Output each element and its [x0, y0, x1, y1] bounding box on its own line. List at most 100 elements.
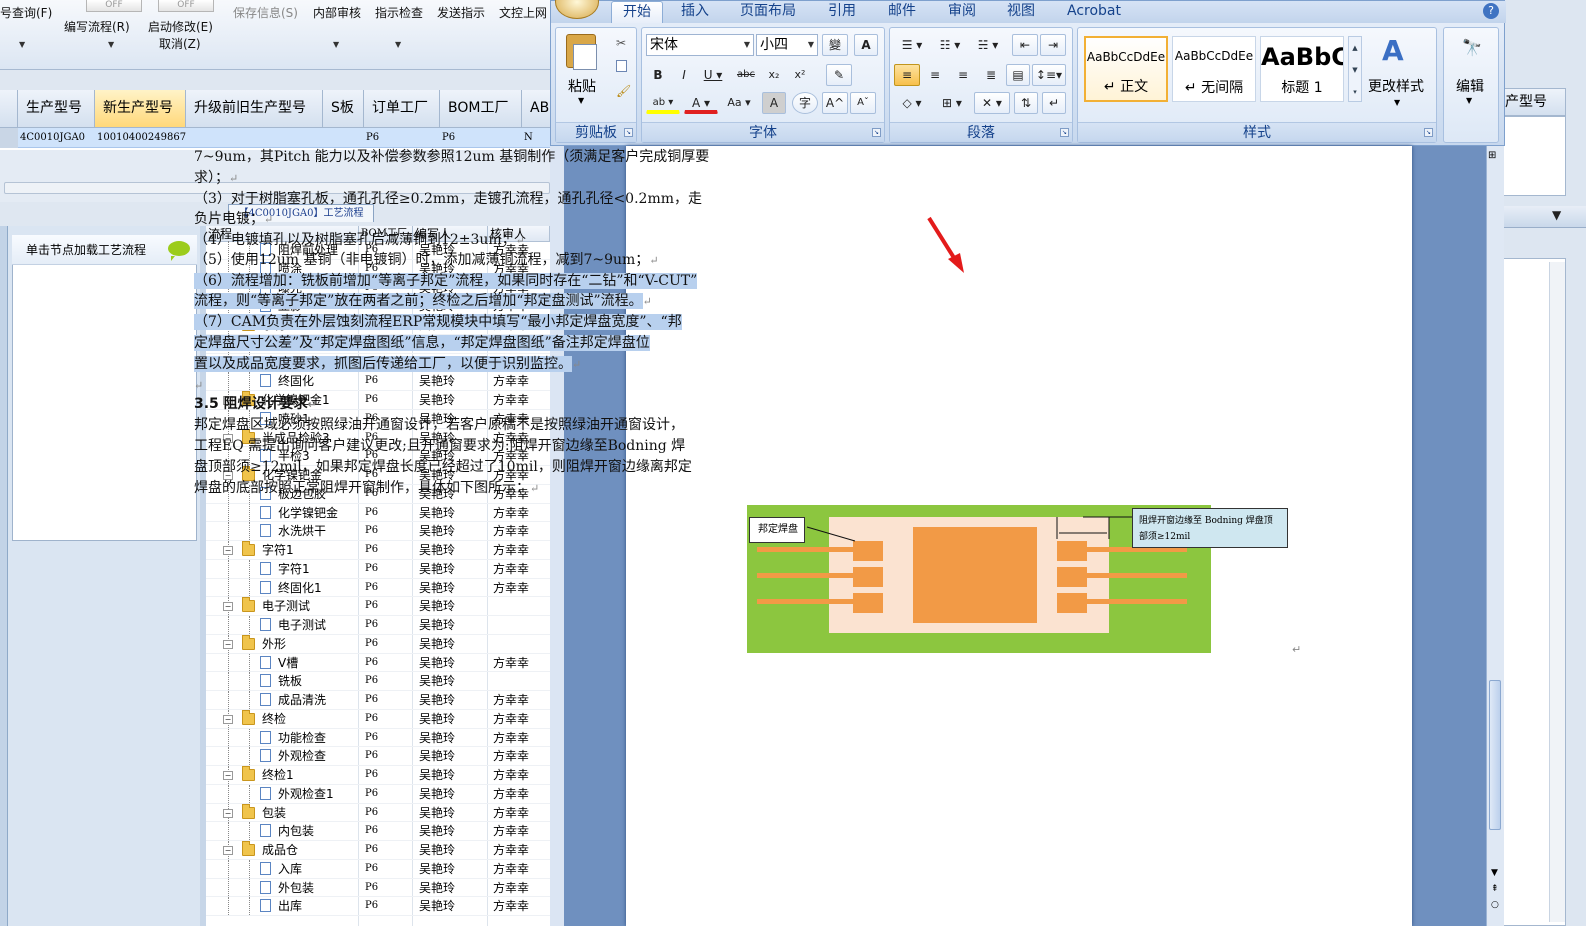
align-right-icon[interactable]: ≡ — [950, 64, 976, 86]
char-border-icon[interactable]: A — [854, 34, 878, 56]
tab-mailings[interactable]: 邮件 — [888, 1, 916, 23]
vertical-scrollbar[interactable] — [1549, 262, 1565, 922]
write-process-button[interactable]: 编写流程(R) — [64, 18, 130, 35]
grid-header-old-product-model[interactable]: 升级前旧生产型号 — [186, 90, 323, 128]
dialog-launcher-icon[interactable]: ↘ — [624, 128, 633, 137]
tab-view[interactable]: 视图 — [1007, 1, 1035, 23]
font-size-combo[interactable]: 小四 ▼ — [756, 34, 818, 56]
tab-home[interactable]: 开始 — [611, 1, 663, 23]
change-styles-icon[interactable]: A — [1382, 34, 1404, 67]
paste-button[interactable]: 粘贴 — [568, 76, 596, 96]
tab-review[interactable]: 审阅 — [948, 1, 976, 23]
collapse-node-icon[interactable]: − — [223, 714, 233, 724]
row-selector[interactable] — [0, 128, 18, 148]
grid-header-bom-factory[interactable]: BOM工厂 — [440, 90, 522, 128]
editing-button[interactable]: 编辑 — [1456, 76, 1484, 96]
show-marks-icon[interactable]: ↵ — [1042, 92, 1066, 114]
ruler-toggle-icon[interactable]: ⊞ — [1488, 150, 1496, 161]
line-spacing-icon[interactable]: ↕≡▾ — [1032, 64, 1066, 86]
underline-icon[interactable]: U ▾ — [698, 64, 728, 86]
browse-object-icon[interactable]: ○ — [1491, 900, 1499, 910]
collapse-node-icon[interactable]: − — [223, 846, 233, 855]
dropdown-arrow-icon[interactable]: ▼ — [333, 40, 339, 49]
tree-folder-row[interactable]: − 包装 P6 吴艳玲 方幸幸 — [206, 803, 550, 823]
font-color-icon[interactable]: A ▾ — [684, 92, 718, 114]
find-binoculars-icon[interactable]: 🔭 — [1462, 38, 1482, 57]
tree-folder-row[interactable]: − 外形 P6 吴艳玲 — [206, 634, 550, 654]
dialog-launcher-icon[interactable]: ↘ — [872, 128, 881, 137]
tab-acrobat[interactable]: Acrobat — [1067, 1, 1121, 23]
collapse-node-icon[interactable]: − — [223, 602, 233, 612]
subscript-icon[interactable]: x₂ — [762, 64, 786, 86]
cell-ab[interactable]: N — [524, 128, 533, 148]
copy-icon[interactable] — [616, 60, 627, 72]
cell-bom-factory[interactable]: P6 — [442, 128, 455, 148]
chevron-down-icon[interactable]: ▼ — [808, 35, 814, 55]
tree-item-row[interactable]: 外观检查 P6 吴艳玲 方幸幸 — [206, 747, 550, 766]
clear-format-icon[interactable]: ✎ — [826, 64, 852, 86]
send-instructions-button[interactable]: 发送指示 — [437, 4, 485, 21]
office-button-icon[interactable] — [555, 0, 599, 19]
chevron-down-icon[interactable]: ▼ — [578, 96, 584, 105]
shading-icon[interactable]: ◇ ▾ — [894, 92, 930, 114]
style-no-spacing[interactable]: AaBbCcDdEe ↵ 无间隔 — [1172, 36, 1256, 102]
dropdown-arrow-icon[interactable]: ▼ — [19, 40, 25, 49]
tree-item-row[interactable]: 出库 P6 吴艳玲 方幸幸 — [206, 897, 550, 916]
cell-order-factory[interactable]: P6 — [366, 128, 379, 148]
grow-font-icon[interactable]: A^ — [822, 92, 848, 114]
highlight-icon[interactable]: ab ▾ — [646, 92, 680, 114]
help-icon[interactable]: ? — [1483, 3, 1499, 19]
grid-header-product-model-right[interactable]: 产型号 — [1502, 88, 1566, 116]
tree-item-row[interactable]: 外包装 P6 吴艳玲 方幸幸 — [206, 878, 550, 898]
tab-page-layout[interactable]: 页面布局 — [740, 1, 796, 23]
format-painter-icon[interactable]: 🖌 — [616, 84, 631, 98]
collapse-node-icon[interactable]: − — [223, 546, 233, 555]
dropdown-arrow-icon[interactable]: ▼ — [395, 40, 401, 49]
dialog-launcher-icon[interactable]: ↘ — [1060, 128, 1069, 137]
dropdown-arrow-icon[interactable]: ▼ — [108, 40, 114, 49]
toggle-switch-2[interactable]: OFF — [158, 0, 214, 12]
chevron-down-icon[interactable]: ▼ — [1466, 96, 1472, 105]
strikethrough-icon[interactable]: abc — [732, 64, 760, 86]
tab-references[interactable]: 引用 — [828, 1, 856, 23]
chinese-layout-icon[interactable]: ✕ ▾ — [974, 92, 1010, 114]
tree-item-row[interactable]: 字符1 P6 吴艳玲 方幸幸 — [206, 559, 550, 579]
chevron-down-icon[interactable]: ▼ — [744, 35, 750, 55]
shrink-font-icon[interactable]: Aˇ — [850, 92, 876, 114]
collapse-node-icon[interactable]: − — [223, 771, 233, 780]
document-scroll-thumb[interactable] — [1489, 680, 1501, 830]
font-name-combo[interactable]: 宋体 ▼ — [646, 34, 754, 56]
borders-icon[interactable]: ⊞ ▾ — [934, 92, 970, 114]
increase-indent-icon[interactable]: ⇥ — [1040, 34, 1066, 56]
style-heading-1[interactable]: AaBbC 标题 1 — [1260, 36, 1344, 102]
cut-icon[interactable]: ✂ — [616, 36, 626, 50]
side-collapse-bar[interactable] — [0, 226, 8, 926]
grid-row[interactable]: 4C0010JGA0 10010400249867 P6 P6 N — [0, 128, 550, 148]
scroll-down-icon[interactable]: ▼ — [1491, 868, 1498, 878]
align-left-icon[interactable]: ≡ — [894, 64, 920, 86]
tree-item-row[interactable]: 电子测试 P6 吴艳玲 — [206, 616, 550, 635]
tree-folder-row[interactable]: − 字符1 P6 吴艳玲 方幸幸 — [206, 541, 550, 560]
decrease-indent-icon[interactable]: ⇤ — [1012, 34, 1038, 56]
internal-review-button[interactable]: 内部审核 — [313, 4, 361, 21]
sort-icon[interactable]: ⇅ — [1014, 92, 1038, 114]
grid-header-new-product-model[interactable]: 新生产型号 — [95, 90, 186, 128]
toggle-switch-1[interactable]: OFF — [86, 0, 142, 12]
bold-icon[interactable]: B — [646, 64, 670, 86]
change-case-icon[interactable]: Aa ▾ — [722, 92, 756, 114]
query-button[interactable]: 号查询(F) — [0, 4, 52, 21]
save-info-button[interactable]: 保存信息(S) — [233, 4, 298, 21]
tree-item-row[interactable]: 入库 P6 吴艳玲 方幸幸 — [206, 859, 550, 879]
char-shading-icon[interactable]: A — [762, 92, 786, 114]
bullets-icon[interactable]: ☰ ▾ — [894, 34, 930, 56]
cancel-button[interactable]: 取消(Z) — [159, 35, 201, 52]
phonetic-guide-icon[interactable]: 變 — [822, 34, 848, 56]
tree-folder-row[interactable]: − 终检1 P6 吴艳玲 方幸幸 — [206, 766, 550, 785]
prev-page-icon[interactable]: ⇞ — [1491, 884, 1499, 894]
tree-item-row[interactable]: 外观检查1 P6 吴艳玲 方幸幸 — [206, 784, 550, 804]
chevron-down-icon[interactable]: ▼ — [1394, 98, 1400, 107]
grid-header-order-factory[interactable]: 订单工厂 — [364, 90, 440, 128]
dropdown-arrow-icon[interactable]: ▼ — [1552, 208, 1561, 222]
tree-folder-row[interactable]: − 成品仓 P6 吴艳玲 方幸幸 — [206, 841, 550, 860]
tree-item-row[interactable]: 化学镍钯金 P6 吴艳玲 方幸幸 — [206, 503, 550, 523]
